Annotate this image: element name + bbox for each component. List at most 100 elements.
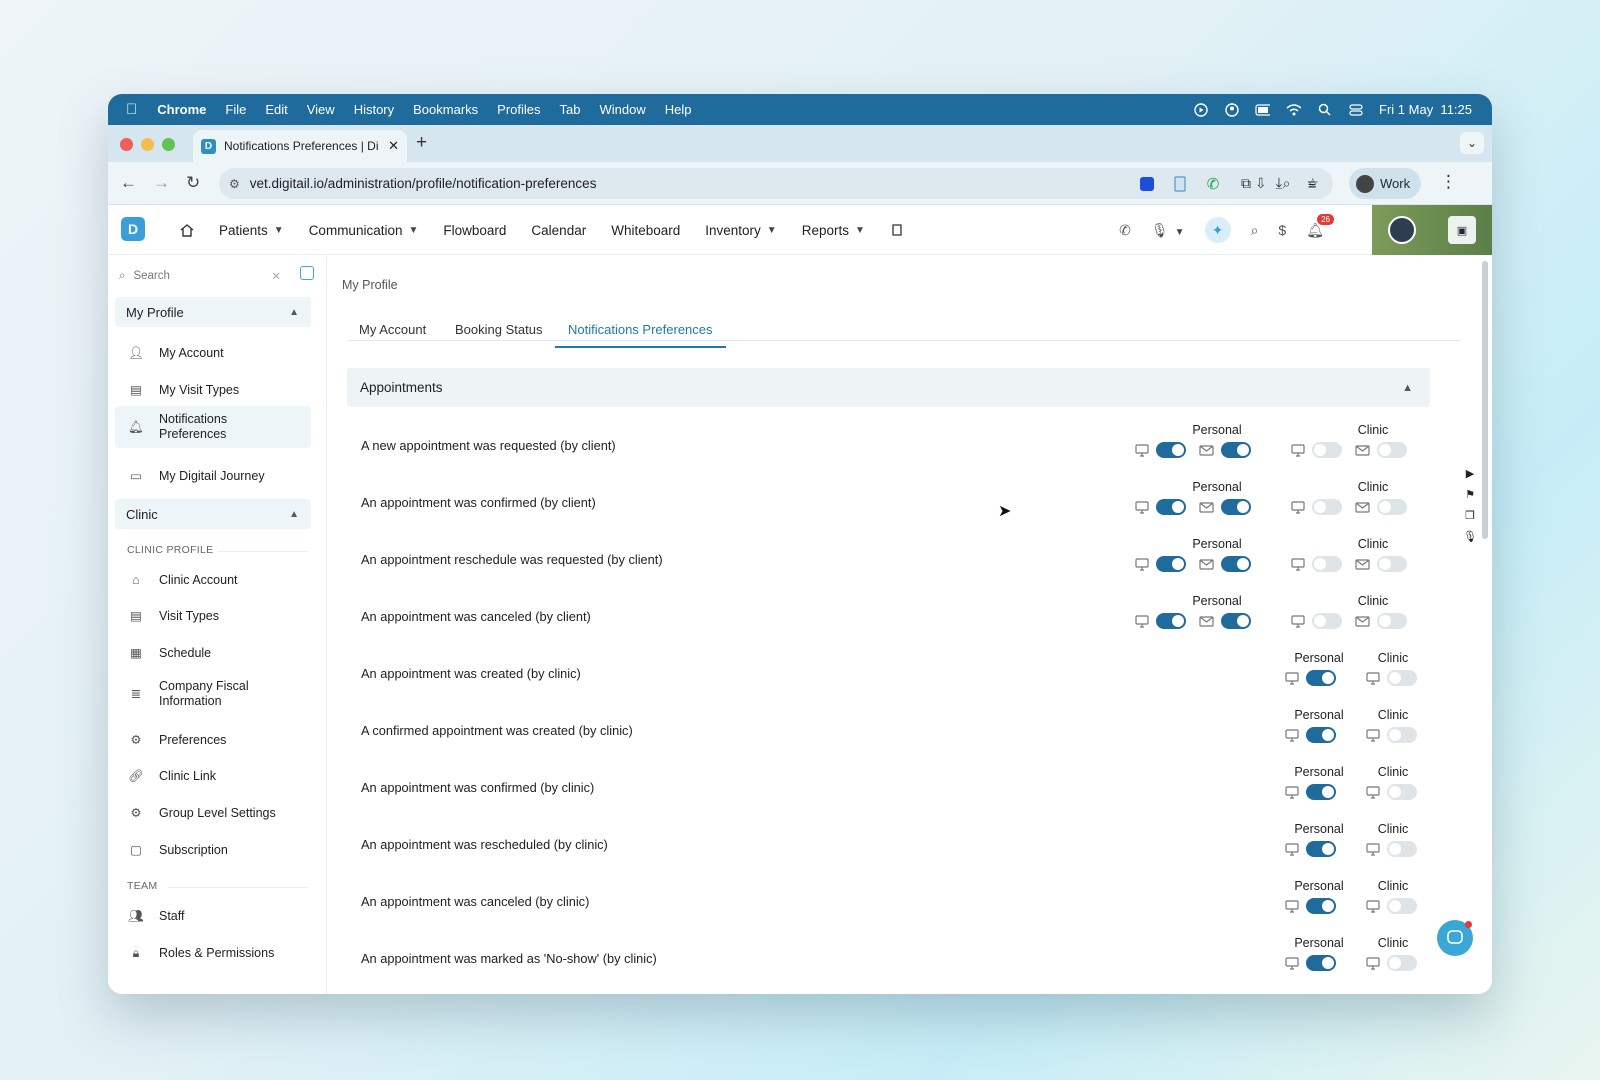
media-control-icon[interactable]: ≡ xyxy=(1302,174,1322,194)
toggle-personal-app[interactable] xyxy=(1306,841,1336,857)
zoom-window-button[interactable] xyxy=(162,138,175,151)
sidebar-group-clinic[interactable]: Clinic ▲ xyxy=(115,499,311,529)
toggle-clinic-app[interactable] xyxy=(1312,556,1342,572)
toggle-personal-app[interactable] xyxy=(1306,784,1336,800)
clock[interactable]: Fri 1 May 11:25 xyxy=(1379,102,1472,117)
toggle-personal-app[interactable] xyxy=(1306,670,1336,686)
menu-help[interactable]: Help xyxy=(665,102,692,117)
microphone-icon[interactable]: 🎙︎ ▼ xyxy=(1151,222,1185,239)
support-chat-icon[interactable] xyxy=(1437,920,1473,956)
toggle-personal-app[interactable] xyxy=(1156,613,1186,629)
user-circle-icon[interactable] xyxy=(1224,102,1239,117)
toggle-personal-app[interactable] xyxy=(1306,955,1336,971)
toggle-clinic-email[interactable] xyxy=(1377,613,1407,629)
ai-sparkle-icon[interactable]: ✦ xyxy=(1204,217,1231,243)
play-icon[interactable]: ▶ xyxy=(1466,467,1474,480)
extensions-puzzle-icon[interactable]: ⧉ xyxy=(1236,174,1256,194)
toggle-personal-email[interactable] xyxy=(1221,442,1251,458)
toggle-clinic-email[interactable] xyxy=(1377,499,1407,515)
toggle-clinic-app[interactable] xyxy=(1312,499,1342,515)
section-header-appointments[interactable]: Appointments ▲ xyxy=(347,368,1430,407)
play-circle-icon[interactable] xyxy=(1193,102,1208,117)
toggle-personal-app[interactable] xyxy=(1306,898,1336,914)
sidebar-item-clinic-account[interactable]: ⌂ Clinic Account xyxy=(115,565,311,595)
sidebar-item-my-account[interactable]: 👤︎ My Account xyxy=(115,338,311,368)
menu-edit[interactable]: Edit xyxy=(265,102,287,117)
battery-icon[interactable] xyxy=(1255,102,1271,117)
home-icon[interactable] xyxy=(180,223,194,237)
toggle-personal-app[interactable] xyxy=(1306,727,1336,743)
close-window-button[interactable] xyxy=(120,138,133,151)
extension-phone-book-icon[interactable] xyxy=(1170,174,1190,194)
nav-flowboard[interactable]: Flowboard xyxy=(443,223,506,238)
toggle-clinic-app[interactable] xyxy=(1312,442,1342,458)
browser-menu-icon[interactable]: ⋮ xyxy=(1440,172,1457,192)
nav-inventory[interactable]: Inventory ▼ xyxy=(705,223,776,238)
sidebar-item-notifications-preferences[interactable]: 🔔︎ Notifications Preferences xyxy=(115,406,311,448)
toggle-clinic-app[interactable] xyxy=(1387,727,1417,743)
new-tab-icon[interactable]: + xyxy=(416,132,427,154)
tab-booking-status[interactable]: Booking Status xyxy=(455,322,542,337)
toggle-clinic-app[interactable] xyxy=(1387,898,1417,914)
clear-search-icon[interactable]: ✕ xyxy=(271,269,281,283)
clinic-logo-icon[interactable]: ▣ xyxy=(1448,216,1476,244)
menu-window[interactable]: Window xyxy=(600,102,646,117)
collapse-sidebar-icon[interactable] xyxy=(300,266,314,280)
control-center-icon[interactable] xyxy=(1348,102,1363,117)
menu-bookmarks[interactable]: Bookmarks xyxy=(413,102,478,117)
sidebar-item-subscription[interactable]: ▢ Subscription xyxy=(115,835,311,865)
flag-icon[interactable]: ⚑ xyxy=(1465,488,1475,501)
menu-app-name[interactable]: Chrome xyxy=(157,102,206,117)
toggle-clinic-app[interactable] xyxy=(1312,613,1342,629)
toggle-personal-app[interactable] xyxy=(1156,556,1186,572)
toggle-personal-app[interactable] xyxy=(1156,499,1186,515)
toggle-clinic-app[interactable] xyxy=(1387,784,1417,800)
nav-reports[interactable]: Reports ▼ xyxy=(802,223,865,238)
close-tab-icon[interactable]: ✕ xyxy=(388,138,399,154)
sidebar-item-group-level-settings[interactable]: ⚙ Group Level Settings xyxy=(115,798,311,828)
nav-calendar[interactable]: Calendar xyxy=(531,223,586,238)
extension-blue-icon[interactable] xyxy=(1137,174,1157,194)
menu-tab[interactable]: Tab xyxy=(560,102,581,117)
site-info-icon[interactable]: ⚙ xyxy=(229,177,240,191)
phone-call-icon[interactable]: ✆ xyxy=(1203,174,1223,194)
tab-search-chevron-icon[interactable]: ⌄ xyxy=(1460,132,1484,154)
sidebar-item-clinic-link[interactable]: 🔗︎ Clinic Link xyxy=(115,761,311,791)
toggle-clinic-email[interactable] xyxy=(1377,442,1407,458)
history-icon[interactable] xyxy=(890,223,904,237)
minimize-window-button[interactable] xyxy=(141,138,154,151)
bell-icon[interactable]: 🔔︎ 26 xyxy=(1306,213,1334,239)
sidebar-item-my-visit-types[interactable]: ▤ My Visit Types xyxy=(115,375,311,405)
apple-icon[interactable]:  xyxy=(126,101,137,118)
search-icon[interactable]: ⌕ xyxy=(1251,222,1259,239)
sidebar-search-placeholder[interactable]: Search xyxy=(133,270,169,282)
toggle-personal-email[interactable] xyxy=(1221,556,1251,572)
chat-bubbles-icon[interactable]: ❐ xyxy=(1465,509,1475,522)
download-icon[interactable]: ⤓ xyxy=(1269,174,1289,194)
toggle-clinic-app[interactable] xyxy=(1387,670,1417,686)
back-arrow-icon[interactable]: ← xyxy=(120,173,137,193)
tab-notifications-preferences[interactable]: Notifications Preferences xyxy=(555,322,726,348)
toggle-clinic-app[interactable] xyxy=(1387,841,1417,857)
tab-my-account[interactable]: My Account xyxy=(359,322,426,337)
menu-view[interactable]: View xyxy=(307,102,335,117)
digitail-logo-icon[interactable]: D xyxy=(121,217,145,241)
sidebar-item-company-fiscal-information[interactable]: ≣ Company Fiscal Information xyxy=(115,674,311,714)
billing-dollar-icon[interactable]: $ xyxy=(1278,222,1286,238)
spotlight-search-icon[interactable] xyxy=(1317,102,1332,117)
user-avatar[interactable] xyxy=(1388,216,1416,244)
nav-communication[interactable]: Communication ▼ xyxy=(309,223,419,238)
sidebar-search[interactable]: ⌕ Search ✕ xyxy=(119,266,281,286)
toggle-clinic-email[interactable] xyxy=(1377,556,1407,572)
toggle-personal-email[interactable] xyxy=(1221,613,1251,629)
scrollbar[interactable] xyxy=(1482,261,1488,539)
menu-history[interactable]: History xyxy=(354,102,394,117)
menu-profiles[interactable]: Profiles xyxy=(497,102,540,117)
sidebar-item-preferences[interactable]: ⚙ Preferences xyxy=(115,725,311,755)
sidebar-item-my-digitail-journey[interactable]: ▭ My Digitail Journey xyxy=(115,461,311,491)
nav-patients[interactable]: Patients ▼ xyxy=(219,223,284,238)
toggle-personal-app[interactable] xyxy=(1156,442,1186,458)
chevron-up-icon[interactable]: ▲ xyxy=(1402,382,1413,394)
sidebar-item-staff[interactable]: 👥︎ Staff xyxy=(115,901,311,931)
wifi-icon[interactable] xyxy=(1286,102,1302,117)
